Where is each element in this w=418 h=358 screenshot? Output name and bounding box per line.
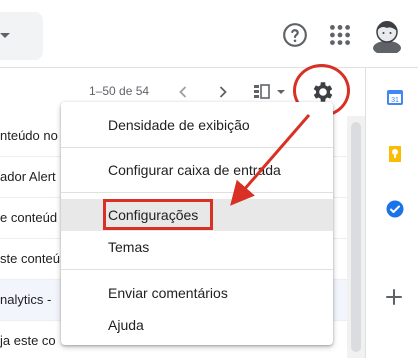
search-box[interactable]	[0, 12, 43, 60]
search-options-caret-icon[interactable]	[0, 33, 10, 38]
menu-item-label: Temas	[108, 239, 150, 255]
menu-item-display-density[interactable]: Densidade de exibição	[61, 109, 333, 141]
split-pane-toggle-icon[interactable]	[253, 83, 289, 101]
help-icon[interactable]	[282, 22, 308, 48]
mail-snippet: nalytics -	[0, 292, 52, 307]
menu-item-send-feedback[interactable]: Enviar comentários	[61, 277, 333, 309]
plus-icon[interactable]	[384, 287, 404, 307]
menu-item-label: Ajuda	[108, 317, 144, 333]
mail-list-scrollbar[interactable]	[347, 116, 365, 358]
mail-snippet: ste conteú	[0, 251, 60, 266]
chevron-left-icon[interactable]	[177, 85, 189, 99]
pagination-count: 1–50 de 54	[89, 84, 150, 98]
settings-highlight-box	[103, 199, 213, 230]
menu-item-configure-inbox[interactable]: Configurar caixa de entrada	[61, 154, 333, 186]
keep-icon[interactable]	[386, 144, 404, 162]
apps-grid-icon[interactable]	[327, 22, 353, 48]
menu-item-help[interactable]: Ajuda	[61, 309, 333, 341]
menu-item-themes[interactable]: Temas	[61, 231, 333, 263]
mail-snippet: nteúdo no	[0, 128, 58, 143]
menu-divider	[61, 147, 333, 148]
menu-item-label: Densidade de exibição	[108, 117, 250, 133]
chevron-right-icon[interactable]	[217, 85, 229, 99]
menu-item-label: Configurar caixa de entrada	[108, 162, 281, 178]
tasks-icon[interactable]	[386, 200, 404, 218]
account-avatar[interactable]	[371, 17, 403, 53]
side-panel: 31	[365, 68, 418, 358]
mail-snippet: ador Alert	[0, 169, 56, 184]
scrollbar-thumb[interactable]	[351, 122, 361, 352]
calendar-icon[interactable]: 31	[386, 88, 404, 106]
calendar-day-label: 31	[391, 97, 399, 104]
mail-snippet: ja este co	[0, 333, 56, 348]
menu-divider	[61, 192, 333, 193]
mail-snippet: e conteúd	[0, 210, 58, 225]
top-header	[0, 0, 418, 68]
menu-item-label: Enviar comentários	[108, 285, 228, 301]
menu-divider	[61, 269, 333, 270]
